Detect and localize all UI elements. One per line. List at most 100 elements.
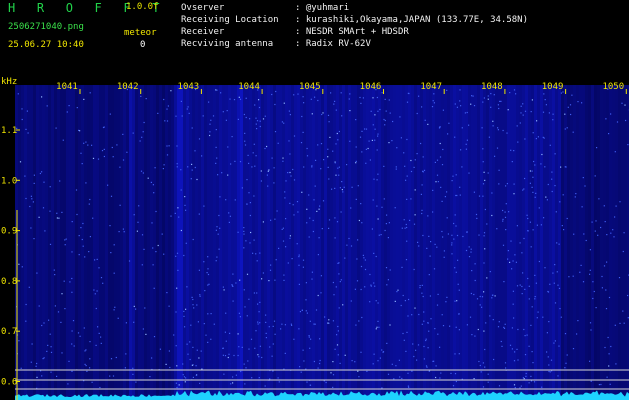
spectrum-column bbox=[285, 85, 288, 400]
noise-dot bbox=[259, 125, 261, 128]
noise-dot bbox=[449, 325, 451, 327]
noise-dot bbox=[556, 242, 558, 244]
noise-dot bbox=[511, 161, 513, 163]
noise-dot bbox=[458, 329, 460, 331]
spectrum-column bbox=[471, 85, 474, 400]
noise-dot bbox=[210, 338, 212, 340]
noise-dot bbox=[482, 161, 484, 163]
noise-dot bbox=[504, 216, 507, 218]
noise-dot bbox=[30, 361, 32, 363]
noise-dot bbox=[418, 95, 420, 97]
spectrum-column bbox=[393, 85, 396, 400]
noise-dot bbox=[254, 347, 256, 349]
spectrum-column bbox=[204, 85, 207, 400]
noise-dot bbox=[377, 133, 379, 135]
noise-dot bbox=[403, 152, 405, 154]
noise-dot bbox=[334, 348, 336, 350]
noise-dot bbox=[414, 159, 416, 161]
noise-dot bbox=[397, 289, 399, 291]
spectrum-column bbox=[429, 85, 432, 400]
noise-dot bbox=[88, 251, 90, 253]
noise-dot bbox=[338, 166, 340, 168]
noise-dot bbox=[21, 108, 23, 110]
noise-dot bbox=[435, 365, 437, 367]
noise-dot bbox=[241, 187, 243, 189]
spectrum-column bbox=[411, 85, 414, 400]
noise-dot bbox=[50, 346, 52, 348]
noise-dot bbox=[601, 275, 603, 278]
noise-dot bbox=[440, 186, 442, 188]
noise-dot bbox=[59, 180, 61, 182]
noise-dot bbox=[446, 191, 448, 193]
noise-dot bbox=[215, 229, 217, 231]
noise-dot bbox=[221, 172, 223, 174]
noise-dot bbox=[137, 221, 139, 223]
noise-dot bbox=[305, 282, 307, 284]
noise-dot bbox=[594, 175, 596, 177]
noise-dot bbox=[319, 362, 321, 365]
noise-dot bbox=[532, 191, 534, 193]
noise-dot bbox=[361, 130, 363, 132]
spectrum-column bbox=[543, 85, 546, 400]
noise-dot bbox=[470, 251, 472, 253]
noise-dot bbox=[414, 214, 416, 216]
noise-dot bbox=[142, 131, 144, 133]
noise-dot bbox=[132, 367, 134, 369]
noise-dot bbox=[258, 377, 260, 379]
noise-dot bbox=[166, 120, 169, 122]
noise-dot bbox=[545, 196, 547, 198]
noise-dot bbox=[526, 214, 528, 216]
noise-dot bbox=[374, 139, 376, 141]
noise-dot bbox=[291, 258, 293, 260]
noise-dot bbox=[168, 350, 170, 352]
noise-dot bbox=[303, 166, 305, 168]
noise-dot bbox=[442, 109, 444, 111]
noise-dot bbox=[29, 205, 31, 208]
noise-dot bbox=[302, 96, 304, 98]
noise-dot bbox=[498, 169, 500, 171]
noise-dot bbox=[28, 286, 30, 288]
noise-dot bbox=[284, 197, 286, 199]
noise-dot bbox=[354, 288, 356, 290]
spectrum-column bbox=[216, 85, 219, 400]
noise-dot bbox=[406, 175, 408, 177]
noise-dot bbox=[377, 135, 379, 137]
noise-dot bbox=[437, 293, 439, 295]
noise-dot bbox=[298, 254, 300, 256]
noise-dot bbox=[241, 346, 243, 348]
noise-dot bbox=[78, 129, 80, 131]
noise-dot bbox=[502, 129, 504, 132]
noise-dot bbox=[603, 205, 605, 207]
noise-dot bbox=[185, 377, 187, 379]
noise-dot bbox=[206, 272, 208, 274]
noise-dot bbox=[454, 373, 457, 375]
noise-dot bbox=[322, 112, 324, 114]
spectrum-column bbox=[408, 85, 411, 400]
spectrum-column bbox=[504, 85, 507, 400]
noise-dot bbox=[303, 360, 305, 362]
noise-dot bbox=[528, 345, 530, 347]
noise-dot bbox=[89, 358, 91, 360]
noise-dot bbox=[342, 191, 344, 193]
noise-dot bbox=[383, 198, 385, 200]
noise-dot bbox=[572, 348, 575, 350]
noise-dot bbox=[334, 237, 336, 239]
noise-dot bbox=[311, 165, 313, 167]
noise-dot bbox=[180, 229, 182, 232]
noise-dot bbox=[374, 128, 376, 130]
noise-dot bbox=[447, 233, 449, 235]
noise-dot bbox=[152, 184, 154, 186]
noise-dot bbox=[196, 349, 198, 351]
noise-dot bbox=[80, 227, 82, 229]
noise-dot bbox=[530, 246, 532, 248]
noise-dot bbox=[465, 249, 468, 252]
noise-dot bbox=[212, 115, 215, 117]
noise-dot bbox=[520, 105, 522, 107]
noise-dot bbox=[416, 153, 418, 155]
noise-dot bbox=[245, 97, 247, 99]
noise-dot bbox=[94, 259, 96, 261]
noise-dot bbox=[514, 254, 516, 256]
noise-dot bbox=[516, 285, 519, 287]
noise-dot bbox=[441, 164, 444, 166]
noise-dot bbox=[245, 240, 247, 242]
